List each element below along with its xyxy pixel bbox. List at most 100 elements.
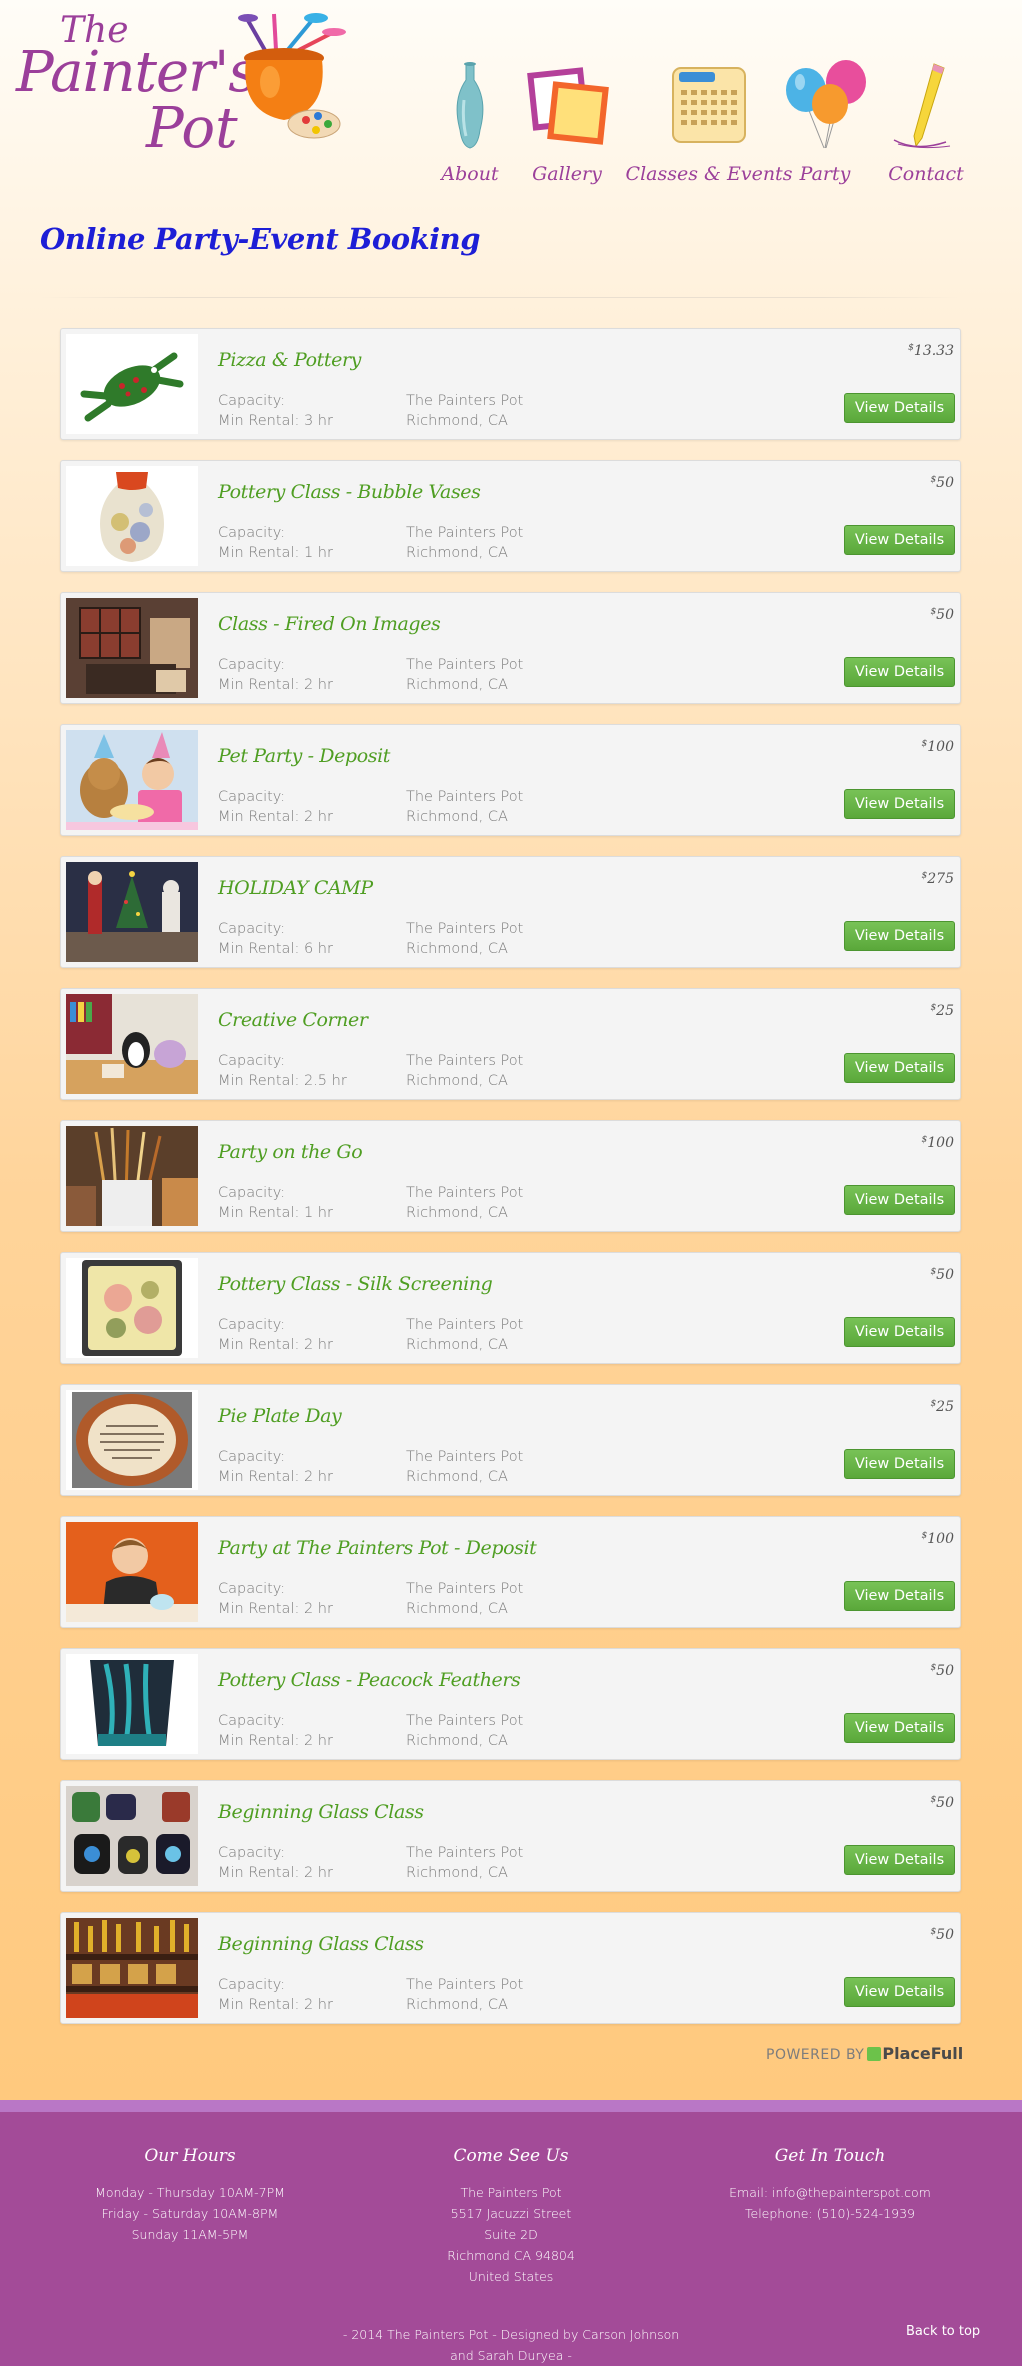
listing-card: Pottery Class - Peacock Feathers Capacit… — [60, 1648, 961, 1760]
view-details-button[interactable]: View Details — [844, 1845, 955, 1875]
price-value: 50 — [936, 1663, 954, 1679]
listing-location-block: The Painters Pot Richmond, CA — [406, 1843, 523, 1883]
location-name: The Painters Pot — [406, 393, 524, 409]
listing-price: $50 — [930, 1927, 954, 1943]
listing-price: $50 — [930, 1795, 954, 1811]
view-details-button[interactable]: View Details — [844, 1185, 955, 1215]
capacity-label: Capacity: — [218, 1185, 286, 1201]
capacity-label: Capacity: — [218, 1317, 286, 1333]
listing-title[interactable]: Pottery Class - Silk Screening — [218, 1273, 493, 1295]
min-rental: Min Rental: 2 hr — [218, 1733, 333, 1749]
listing-price: $13.33 — [908, 343, 954, 359]
listing-title[interactable]: Pet Party - Deposit — [218, 745, 390, 767]
listing-title[interactable]: Class - Fired On Images — [218, 613, 441, 635]
site-logo[interactable]: The Painter's Pot — [14, 8, 354, 161]
location-name: The Painters Pot — [406, 921, 524, 937]
listing-location-block: The Painters Pot Richmond, CA — [406, 1447, 523, 1487]
footer-address: Come See Us The Painters Pot 5517 Jacuzz… — [361, 2146, 661, 2287]
listing-capacity-block: Capacity: Min Rental: 2 hr — [218, 655, 333, 695]
listing-capacity-block: Capacity: Min Rental: 2 hr — [218, 1447, 333, 1487]
listing-thumbnail[interactable] — [66, 730, 198, 830]
listing-card: Pizza & Pottery Capacity: Min Rental: 3 … — [60, 328, 961, 440]
view-details-button[interactable]: View Details — [844, 1317, 955, 1347]
capacity-label: Capacity: — [218, 1053, 286, 1069]
page: The Painter's Pot About Gallery Classes … — [0, 0, 1022, 2366]
nav-party[interactable]: Party — [780, 60, 870, 185]
location-city: Richmond, CA — [406, 1733, 508, 1749]
listing-title[interactable]: Pottery Class - Peacock Feathers — [218, 1669, 521, 1691]
back-to-top-link[interactable]: Back to top — [906, 2324, 980, 2339]
listing-thumbnail[interactable] — [66, 466, 198, 566]
view-details-button[interactable]: View Details — [844, 1449, 955, 1479]
listing-thumbnail[interactable] — [66, 1258, 198, 1358]
nav-gallery[interactable]: Gallery — [522, 60, 612, 185]
capacity-label: Capacity: — [218, 1977, 286, 1993]
listing-capacity-block: Capacity: Min Rental: 1 hr — [218, 523, 333, 563]
location-name: The Painters Pot — [406, 789, 524, 805]
listing-thumbnail[interactable] — [66, 598, 198, 698]
listing-card: Party at The Painters Pot - Deposit Capa… — [60, 1516, 961, 1628]
listing-thumbnail[interactable] — [66, 1654, 198, 1754]
listing-price: $25 — [930, 1003, 954, 1019]
listing-thumbnail[interactable] — [66, 1522, 198, 1622]
listing-title[interactable]: Beginning Glass Class — [218, 1801, 424, 1823]
nav-contact-label: Contact — [888, 163, 964, 185]
view-details-button[interactable]: View Details — [844, 657, 955, 687]
view-details-button[interactable]: View Details — [844, 789, 955, 819]
listing-thumbnail[interactable] — [66, 1918, 198, 2018]
frog-figurine-image — [66, 334, 198, 434]
view-details-button[interactable]: View Details — [844, 1977, 955, 2007]
price-value: 50 — [936, 1267, 954, 1283]
view-details-button[interactable]: View Details — [844, 1053, 955, 1083]
listing-thumbnail[interactable] — [66, 1390, 198, 1490]
view-details-button[interactable]: View Details — [844, 525, 955, 555]
listing-title[interactable]: HOLIDAY CAMP — [218, 877, 373, 899]
listing-thumbnail[interactable] — [66, 334, 198, 434]
location-city: Richmond, CA — [406, 545, 508, 561]
footer-copyright: - 2014 The Painters Pot - Designed by Ca… — [342, 2327, 680, 2363]
location-name: The Painters Pot — [406, 657, 524, 673]
capacity-label: Capacity: — [218, 657, 286, 673]
location-name: The Painters Pot — [406, 1053, 524, 1069]
listing-title[interactable]: Pizza & Pottery — [218, 349, 361, 371]
min-rental: Min Rental: 2 hr — [218, 809, 333, 825]
footer-address-line: Suite 2D — [484, 2227, 538, 2242]
location-city: Richmond, CA — [406, 1205, 508, 1221]
listing-thumbnail[interactable] — [66, 862, 198, 962]
listing-card: Creative Corner Capacity: Min Rental: 2.… — [60, 988, 961, 1100]
listing-capacity-block: Capacity: Min Rental: 2 hr — [218, 1975, 333, 2015]
view-details-button[interactable]: View Details — [844, 1581, 955, 1611]
price-value: 13.33 — [913, 343, 954, 359]
listing-card: Pie Plate Day Capacity: Min Rental: 2 hr… — [60, 1384, 961, 1496]
footer-address-line: Richmond CA 94804 — [447, 2248, 575, 2263]
powered-by-link[interactable]: POWERED BY PlaceFull — [766, 2044, 963, 2063]
min-rental: Min Rental: 2.5 hr — [218, 1073, 347, 1089]
view-details-button[interactable]: View Details — [844, 921, 955, 951]
nav-classes-events[interactable]: Classes & Events — [626, 60, 792, 185]
listing-title[interactable]: Party on the Go — [218, 1141, 363, 1163]
footer-address-line: The Painters Pot — [460, 2185, 562, 2200]
location-name: The Painters Pot — [406, 1581, 524, 1597]
pet-party-image — [66, 730, 198, 830]
pencil-icon — [893, 63, 951, 149]
footer-email-link[interactable]: Email: info@thepainterspot.com — [680, 2182, 980, 2203]
nav-contact[interactable]: Contact — [886, 60, 966, 185]
listing-title[interactable]: Pie Plate Day — [218, 1405, 342, 1427]
listing-title[interactable]: Creative Corner — [218, 1009, 368, 1031]
price-value: 50 — [936, 1927, 954, 1943]
peacock-plate-image — [66, 1654, 198, 1754]
view-details-button[interactable]: View Details — [844, 393, 955, 423]
nav-about[interactable]: About — [440, 60, 500, 185]
listing-capacity-block: Capacity: Min Rental: 3 hr — [218, 391, 333, 431]
listing-thumbnail[interactable] — [66, 1126, 198, 1226]
brushes-cup-image — [66, 1126, 198, 1226]
listing-thumbnail[interactable] — [66, 1786, 198, 1886]
listing-title[interactable]: Beginning Glass Class — [218, 1933, 424, 1955]
price-value: 50 — [936, 607, 954, 623]
price-value: 100 — [927, 1135, 954, 1151]
capacity-label: Capacity: — [218, 1713, 286, 1729]
view-details-button[interactable]: View Details — [844, 1713, 955, 1743]
listing-title[interactable]: Party at The Painters Pot - Deposit — [218, 1537, 537, 1559]
listing-thumbnail[interactable] — [66, 994, 198, 1094]
listing-title[interactable]: Pottery Class - Bubble Vases — [218, 481, 481, 503]
